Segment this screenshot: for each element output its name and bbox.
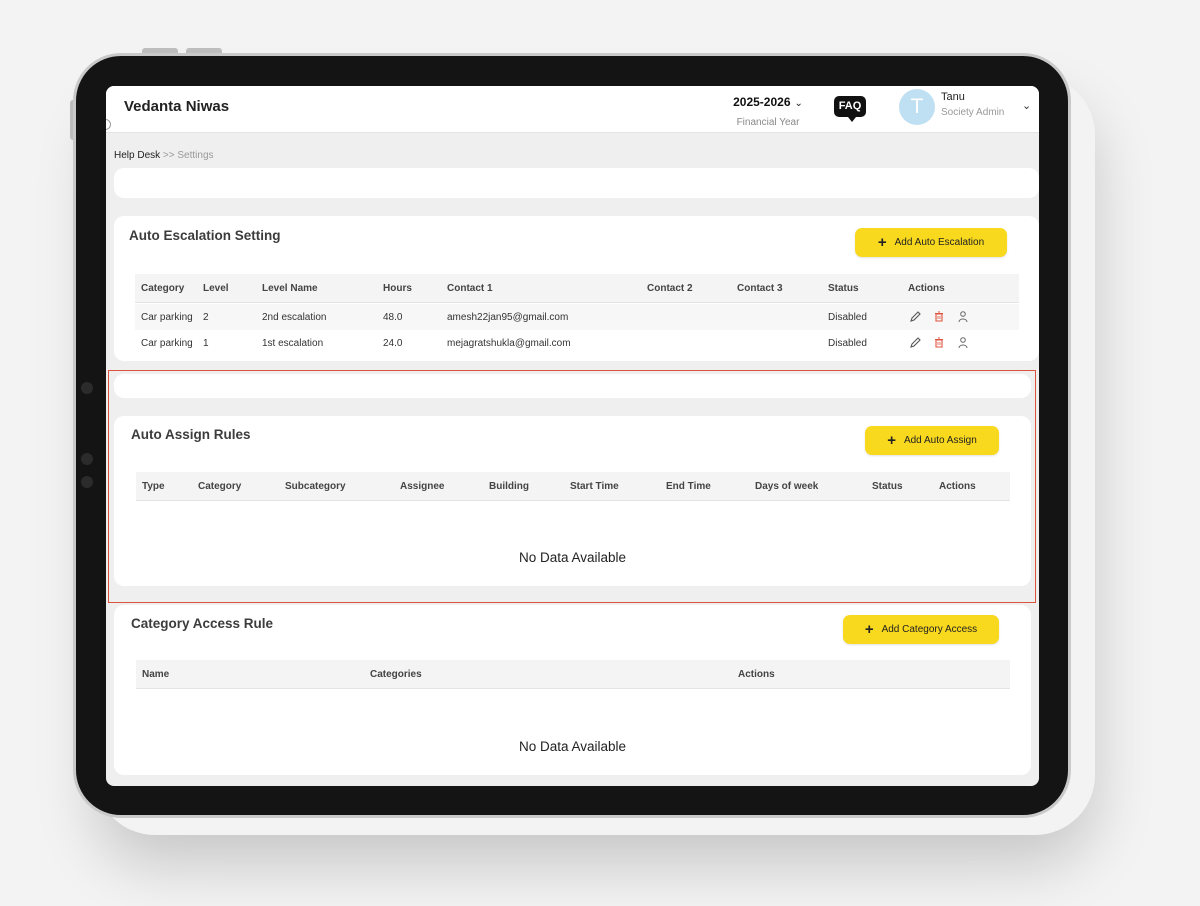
col-status: Status <box>828 283 859 294</box>
col-contact2: Contact 2 <box>647 283 693 294</box>
breadcrumb-helpdesk[interactable]: Help Desk <box>114 150 160 161</box>
col-contact1: Contact 1 <box>447 283 493 294</box>
trash-icon[interactable] <box>933 336 945 349</box>
trash-icon[interactable] <box>933 310 945 323</box>
cell-level: 2 <box>203 312 209 323</box>
filter-strip <box>114 168 1039 198</box>
user-name: Tanu <box>941 91 965 103</box>
cell-status: Disabled <box>828 312 867 323</box>
category-access-title: Category Access Rule <box>131 616 274 631</box>
add-category-access-button[interactable]: + Add Category Access <box>843 615 999 644</box>
auto-escalation-card: Auto Escalation Setting + Add Auto Escal… <box>114 216 1039 361</box>
sidebar-toggle[interactable] <box>106 119 111 130</box>
camera-dot <box>81 476 93 488</box>
escalation-table-header: Category Level Level Name Hours Contact … <box>135 274 1019 303</box>
chevron-down-icon[interactable]: ⌄ <box>1022 99 1031 112</box>
table-row: Car parking 1 1st escalation 24.0 mejagr… <box>135 330 1019 356</box>
col-level-name: Level Name <box>262 283 318 294</box>
cell-level-name: 1st escalation <box>262 338 324 349</box>
auto-escalation-title: Auto Escalation Setting <box>129 228 281 243</box>
cell-status: Disabled <box>828 338 867 349</box>
cell-level-name: 2nd escalation <box>262 312 327 323</box>
add-auto-escalation-label: Add Auto Escalation <box>894 237 985 248</box>
col-hours: Hours <box>383 283 412 294</box>
col-contact3: Contact 3 <box>737 283 783 294</box>
camera-dot <box>81 382 93 394</box>
table-row: Car parking 2 2nd escalation 48.0 amesh2… <box>135 304 1019 330</box>
top-header: Vedanta Niwas 2025-2026 ⌄ Financial Year … <box>106 86 1039 133</box>
highlight-box <box>108 370 1036 603</box>
financial-year-value: 2025-2026 <box>733 95 791 109</box>
col-level: Level <box>203 283 229 294</box>
cell-contact1: mejagratshukla@gmail.com <box>447 338 571 349</box>
add-auto-escalation-button[interactable]: + Add Auto Escalation <box>855 228 1007 257</box>
col-name: Name <box>142 669 170 680</box>
pencil-icon[interactable] <box>909 310 921 323</box>
col-actions: Actions <box>738 669 775 680</box>
cell-category: Car parking <box>141 338 193 349</box>
cell-hours: 24.0 <box>383 338 403 349</box>
faq-button[interactable]: FAQ <box>834 96 866 122</box>
financial-year-selector[interactable]: 2025-2026 ⌄ Financial Year <box>728 93 808 128</box>
empty-state-message: No Data Available <box>518 739 627 754</box>
category-access-card: Category Access Rule + Add Category Acce… <box>114 605 1031 775</box>
breadcrumb: Help Desk >> Settings <box>114 150 214 161</box>
col-categories: Categories <box>370 669 422 680</box>
cell-hours: 48.0 <box>383 312 403 323</box>
cell-level: 1 <box>203 338 209 349</box>
breadcrumb-separator: >> <box>162 150 175 161</box>
user-icon[interactable] <box>957 336 969 349</box>
user-role: Society Admin <box>941 107 1005 118</box>
camera-dot <box>81 453 93 465</box>
plus-icon: + <box>864 621 874 638</box>
chevron-down-icon: ⌄ <box>794 98 803 109</box>
col-category: Category <box>141 283 185 294</box>
access-table-header: Name Categories Actions <box>136 660 1010 689</box>
financial-year-label: Financial Year <box>736 117 800 128</box>
cell-contact1: amesh22jan95@gmail.com <box>447 312 569 323</box>
society-name: Vedanta Niwas <box>124 98 230 115</box>
pencil-icon[interactable] <box>909 336 921 349</box>
cell-category: Car parking <box>141 312 193 323</box>
breadcrumb-settings: Settings <box>177 150 214 161</box>
col-actions: Actions <box>908 283 945 294</box>
add-category-access-label: Add Category Access <box>881 624 978 635</box>
plus-icon: + <box>877 234 887 251</box>
avatar[interactable]: T <box>899 89 935 125</box>
user-icon[interactable] <box>957 310 969 323</box>
